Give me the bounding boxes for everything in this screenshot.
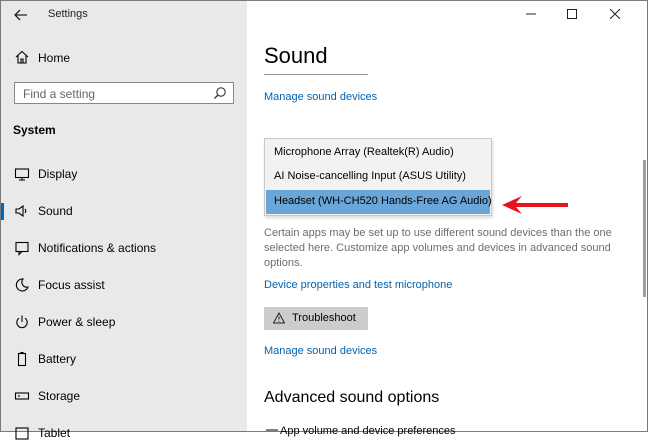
notification-icon — [15, 241, 29, 256]
home-icon — [15, 50, 29, 64]
sidebar-item-label: Home — [38, 51, 71, 65]
search-placeholder: Find a setting — [23, 87, 96, 101]
app-title: Settings — [48, 8, 88, 20]
sidebar-item-display[interactable]: Display — [1, 161, 247, 187]
sidebar-item-storage[interactable]: Storage — [1, 383, 247, 409]
sidebar-item-label: Focus assist — [38, 278, 105, 292]
manage-sound-devices-link[interactable]: Manage sound devices — [264, 91, 377, 103]
tablet-icon — [15, 427, 29, 440]
back-button[interactable] — [9, 5, 33, 25]
maximize-icon — [567, 9, 577, 19]
sidebar-item-label: Tablet — [38, 426, 71, 440]
sidebar: Settings Home Find a setting System Disp… — [1, 1, 247, 440]
speaker-icon — [15, 204, 27, 218]
maximize-button[interactable] — [549, 1, 595, 27]
warning-icon — [273, 312, 285, 324]
troubleshoot-label: Troubleshoot — [292, 312, 356, 324]
display-icon — [14, 168, 30, 181]
minimize-button[interactable] — [508, 1, 554, 27]
scrollbar-thumb[interactable] — [643, 160, 646, 297]
sidebar-item-sound[interactable]: Sound — [1, 198, 247, 224]
search-input[interactable]: Find a setting — [14, 82, 234, 104]
sidebar-item-label: Storage — [38, 389, 81, 403]
back-arrow-icon — [14, 9, 27, 21]
advanced-sound-options-heading: Advanced sound options — [264, 389, 440, 406]
sidebar-item-tablet[interactable]: Tablet — [1, 420, 247, 446]
sidebar-item-notifications[interactable]: Notifications & actions — [1, 235, 247, 261]
description-text: Certain apps may be set up to use differ… — [264, 227, 612, 269]
dropdown-option-selected[interactable]: Headset (WH-CH520 Hands-Free AG Audio) — [266, 190, 492, 214]
sidebar-item-label: Display — [38, 167, 78, 181]
sidebar-item-focus-assist[interactable]: Focus assist — [1, 272, 247, 298]
moon-icon — [15, 278, 29, 292]
input-device-dropdown-list[interactable]: Microphone Array (Realtek(R) Audio) AI N… — [264, 138, 492, 216]
sidebar-item-label: Power & sleep — [38, 315, 116, 329]
sidebar-item-label: Notifications & actions — [38, 241, 157, 255]
sidebar-item-home[interactable]: Home — [1, 47, 247, 71]
close-icon — [610, 9, 620, 19]
app-volume-preferences-link[interactable]: App volume and device preferences — [280, 425, 456, 437]
sidebar-item-label: Sound — [38, 204, 73, 218]
manage-sound-devices-link-2[interactable]: Manage sound devices — [264, 345, 377, 357]
battery-icon — [17, 351, 27, 367]
search-icon — [214, 87, 226, 99]
sidebar-item-label: Battery — [38, 352, 77, 366]
troubleshoot-button[interactable]: Troubleshoot — [264, 307, 368, 330]
title-divider — [264, 74, 368, 75]
app-volume-icon — [266, 429, 278, 431]
device-properties-link[interactable]: Device properties and test microphone — [264, 279, 452, 291]
power-icon — [16, 315, 28, 329]
minimize-icon — [526, 13, 536, 15]
annotation-arrow-icon — [502, 196, 568, 214]
section-label: System — [13, 123, 56, 137]
dropdown-option[interactable]: Microphone Array (Realtek(R) Audio) — [266, 141, 490, 165]
dropdown-option[interactable]: AI Noise-cancelling Input (ASUS Utility) — [266, 165, 490, 189]
title-bar: Settings — [1, 1, 247, 29]
sidebar-item-battery[interactable]: Battery — [1, 346, 247, 372]
storage-icon — [14, 392, 30, 400]
close-button[interactable] — [592, 1, 638, 27]
page-title: Sound — [264, 43, 328, 68]
sidebar-item-power-sleep[interactable]: Power & sleep — [1, 309, 247, 335]
